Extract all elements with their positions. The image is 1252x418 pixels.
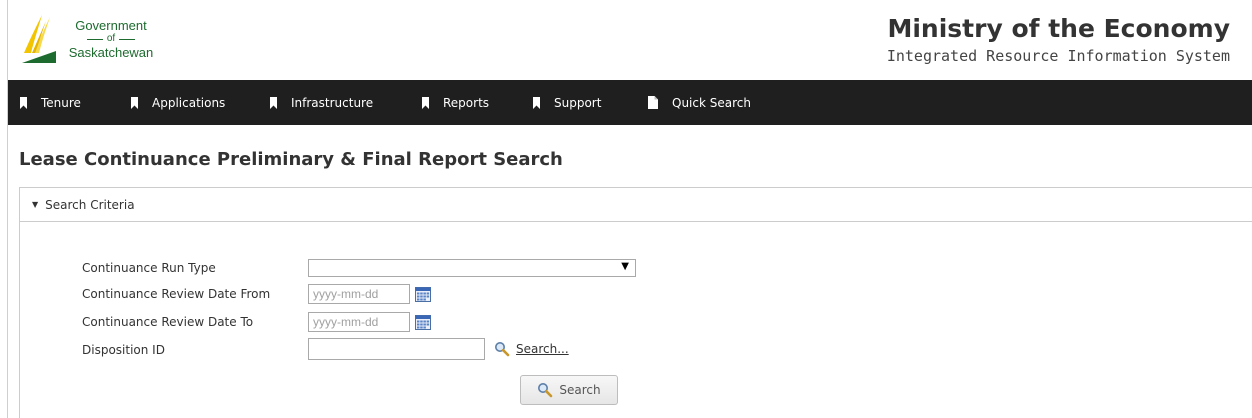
page-title: Lease Continuance Preliminary & Final Re… bbox=[19, 149, 563, 170]
logo-line-saskatchewan: Saskatchewan bbox=[68, 45, 154, 60]
bookmark-icon bbox=[270, 96, 277, 109]
date-from-input[interactable] bbox=[308, 284, 410, 304]
nav-item-applications[interactable]: Applications bbox=[131, 80, 225, 125]
search-criteria-panel: ▼ Search Criteria Continuance Run Type ▼… bbox=[19, 187, 1252, 418]
ministry-branding: Ministry of the Economy Integrated Resou… bbox=[887, 15, 1230, 66]
main-nav: Tenure Applications Infrastructure Repor… bbox=[8, 80, 1252, 125]
magnifier-icon bbox=[538, 383, 553, 398]
document-icon bbox=[648, 96, 658, 109]
wheat-logo-icon bbox=[22, 15, 56, 63]
dropdown-arrow-icon: ▼ bbox=[621, 261, 629, 272]
nav-item-quick-search[interactable]: Quick Search bbox=[648, 80, 751, 125]
nav-item-label: Support bbox=[554, 95, 602, 110]
disposition-lookup-link[interactable]: Search... bbox=[494, 341, 569, 357]
bookmark-icon bbox=[20, 96, 27, 109]
nav-item-tenure[interactable]: Tenure bbox=[20, 80, 81, 125]
search-button[interactable]: Search bbox=[520, 375, 618, 405]
logo-line-government: Government bbox=[75, 18, 147, 33]
disposition-id-label: Disposition ID bbox=[82, 343, 165, 357]
system-name: Integrated Resource Information System bbox=[886, 47, 1230, 65]
nav-item-label: Quick Search bbox=[672, 95, 751, 110]
panel-header-label: Search Criteria bbox=[45, 197, 135, 212]
bookmark-icon bbox=[131, 96, 138, 109]
lookup-link-label: Search... bbox=[516, 342, 569, 356]
magnifier-icon bbox=[495, 342, 510, 357]
nav-item-support[interactable]: Support bbox=[533, 80, 601, 125]
ministry-title: Ministry of the Economy bbox=[887, 14, 1230, 43]
nav-item-label: Reports bbox=[443, 95, 490, 110]
nav-item-label: Infrastructure bbox=[291, 95, 374, 110]
calendar-icon[interactable] bbox=[415, 314, 431, 330]
bookmark-icon bbox=[422, 96, 429, 109]
run-type-select[interactable]: ▼ bbox=[308, 259, 636, 277]
nav-item-infrastructure[interactable]: Infrastructure bbox=[270, 80, 373, 125]
search-button-label: Search bbox=[559, 383, 601, 397]
header: Government of Saskatchewan Ministry of t… bbox=[8, 0, 1252, 80]
caret-down-icon: ▼ bbox=[32, 200, 39, 209]
nav-item-label: Applications bbox=[152, 95, 226, 110]
date-to-label: Continuance Review Date To bbox=[82, 315, 254, 329]
disposition-id-input[interactable] bbox=[308, 338, 485, 360]
date-from-label: Continuance Review Date From bbox=[82, 287, 271, 301]
logo-text: Government of Saskatchewan bbox=[61, 18, 161, 60]
date-to-input[interactable] bbox=[308, 312, 410, 332]
calendar-icon[interactable] bbox=[415, 286, 431, 302]
nav-item-label: Tenure bbox=[41, 95, 81, 110]
government-logo[interactable]: Government of Saskatchewan bbox=[20, 13, 180, 65]
bookmark-icon bbox=[533, 96, 540, 109]
search-criteria-toggle[interactable]: ▼ Search Criteria bbox=[20, 188, 1252, 222]
run-type-label: Continuance Run Type bbox=[82, 261, 216, 275]
nav-item-reports[interactable]: Reports bbox=[422, 80, 489, 125]
logo-line-of: of bbox=[61, 33, 161, 45]
